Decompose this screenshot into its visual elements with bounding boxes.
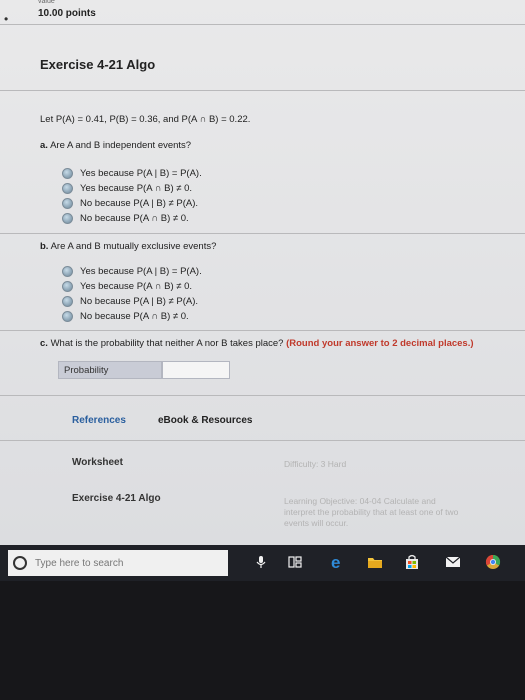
option-label: No because P(A ∩ B) ≠ 0. [80, 213, 189, 224]
radio-button[interactable] [62, 296, 73, 307]
part-a-option-3[interactable]: No because P(A | B) ≠ P(A). [62, 198, 198, 209]
radio-button[interactable] [62, 183, 73, 194]
divider [0, 395, 525, 396]
worksheet-label: Worksheet [72, 457, 123, 468]
divider [0, 24, 525, 25]
radio-button[interactable] [62, 281, 73, 292]
exercise-title: Exercise 4-21 Algo [40, 57, 156, 72]
option-label: Yes because P(A | B) = P(A). [80, 168, 202, 179]
radio-button[interactable] [62, 311, 73, 322]
radio-button[interactable] [62, 198, 73, 209]
radio-button[interactable] [62, 266, 73, 277]
part-b-question-text: Are A and B mutually exclusive events? [50, 241, 217, 252]
part-c-question: c. What is the probability that neither … [40, 338, 474, 349]
store-icon[interactable] [404, 554, 420, 570]
exercise-reference: Exercise 4-21 Algo [72, 493, 161, 504]
part-c-question-text: What is the probability that neither A n… [50, 338, 284, 349]
option-label: Yes because P(A | B) = P(A). [80, 266, 202, 277]
learning-objective-1: Learning Objective: 04-04 Calculate and [284, 496, 436, 506]
task-view-icon[interactable] [287, 554, 303, 570]
points-label: 10.00 points [38, 8, 96, 19]
svg-text:e: e [331, 554, 340, 570]
top-label: value [38, 0, 55, 5]
part-c-letter: c. [40, 338, 48, 349]
windows-taskbar: Type here to search e [0, 545, 525, 581]
radio-button[interactable] [62, 168, 73, 179]
references-link[interactable]: References [72, 415, 126, 426]
option-label: Yes because P(A ∩ B) ≠ 0. [80, 183, 193, 194]
part-b-option-1[interactable]: Yes because P(A | B) = P(A). [62, 266, 202, 277]
file-explorer-icon[interactable] [367, 554, 383, 570]
divider [0, 90, 525, 91]
part-a-option-2[interactable]: Yes because P(A ∩ B) ≠ 0. [62, 183, 192, 194]
part-a-option-1[interactable]: Yes because P(A | B) = P(A). [62, 168, 202, 179]
premise-text: Let P(A) = 0.41, P(B) = 0.36, and P(A ∩ … [40, 114, 251, 125]
search-placeholder: Type here to search [35, 557, 124, 569]
divider [0, 440, 525, 441]
learning-objective-3: events will occur. [284, 518, 349, 528]
microphone-icon[interactable] [253, 554, 269, 570]
option-label: No because P(A | B) ≠ P(A). [80, 198, 199, 209]
divider [0, 330, 525, 331]
part-b-option-4[interactable]: No because P(A ∩ B) ≠ 0. [62, 311, 189, 322]
divider [0, 233, 525, 234]
ebook-resources-link[interactable]: eBook & Resources [158, 415, 252, 426]
part-b-option-2[interactable]: Yes because P(A ∩ B) ≠ 0. [62, 281, 192, 292]
browser-page: value • 10.00 points Exercise 4-21 Algo … [0, 0, 525, 545]
part-b-option-3[interactable]: No because P(A | B) ≠ P(A). [62, 296, 198, 307]
part-c-instruction: (Round your answer to 2 decimal places.) [286, 338, 474, 349]
option-label: No because P(A | B) ≠ P(A). [80, 296, 199, 307]
chrome-icon[interactable] [485, 554, 501, 570]
option-label: No because P(A ∩ B) ≠ 0. [80, 311, 189, 322]
edge-icon[interactable]: e [330, 554, 346, 570]
cortana-icon[interactable] [13, 556, 27, 570]
probability-input[interactable] [162, 361, 230, 379]
part-a-letter: a. [40, 140, 48, 151]
part-b-question: b. Are A and B mutually exclusive events… [40, 241, 216, 252]
part-a-question: a. Are A and B independent events? [40, 140, 191, 151]
part-b-letter: b. [40, 241, 49, 252]
radio-button[interactable] [62, 213, 73, 224]
monitor-bezel [0, 581, 525, 700]
difficulty-label: Difficulty: 3 Hard [284, 459, 347, 469]
part-a-question-text: Are A and B independent events? [50, 140, 192, 151]
learning-objective-2: interpret the probability that at least … [284, 507, 459, 517]
mail-icon[interactable] [445, 554, 461, 570]
probability-label: Probability [58, 361, 162, 379]
option-label: Yes because P(A ∩ B) ≠ 0. [80, 281, 193, 292]
taskbar-search-box[interactable]: Type here to search [8, 550, 228, 576]
part-a-option-4[interactable]: No because P(A ∩ B) ≠ 0. [62, 213, 189, 224]
